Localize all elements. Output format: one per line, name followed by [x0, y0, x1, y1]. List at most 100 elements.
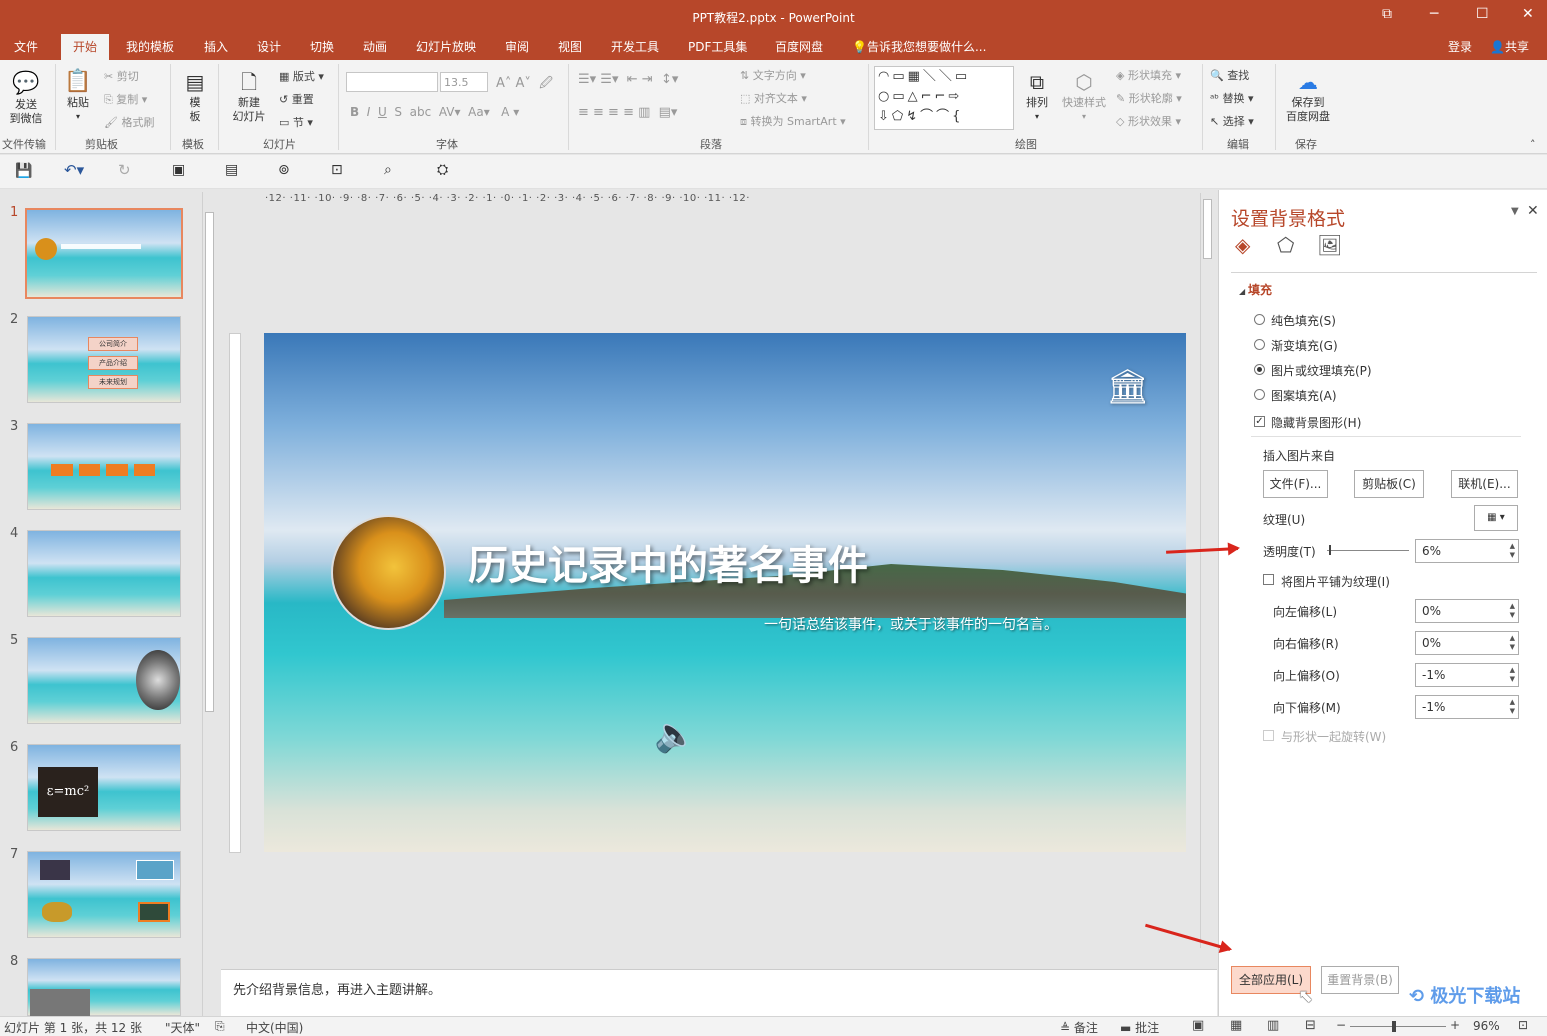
save-icon[interactable]: 💾 — [15, 163, 32, 179]
tab-view[interactable]: 视图 — [558, 38, 582, 55]
comments-toggle[interactable]: ▬ 批注 — [1120, 1019, 1159, 1036]
leaf-circle-image[interactable] — [331, 515, 446, 630]
offset-top-spinner[interactable]: -1% ▲ ▼ — [1415, 663, 1519, 687]
hide-background-checkbox[interactable]: ✓ — [1254, 416, 1265, 427]
texture-dropdown[interactable]: ▦ ▾ — [1474, 505, 1518, 531]
maximize-icon[interactable]: ☐ — [1476, 6, 1489, 22]
spinner-arrows-icon[interactable]: ▲ ▼ — [1510, 698, 1515, 716]
replace-button[interactable]: ᵃᵇ 替换 ▾ — [1210, 90, 1254, 106]
spinner-arrows-icon[interactable]: ▲ ▼ — [1510, 542, 1515, 560]
slide-thumbnail-5[interactable] — [27, 637, 181, 724]
section-button[interactable]: ▭ 节 ▾ — [279, 114, 313, 130]
transparency-slider-thumb[interactable] — [1329, 545, 1331, 555]
tile-checkbox[interactable] — [1263, 574, 1274, 585]
file-button[interactable]: 文件(F)... — [1263, 470, 1328, 498]
language-status[interactable]: 中文(中国) — [246, 1019, 303, 1036]
slide-canvas[interactable]: 历史记录中的著名事件 一句话总结该事件，或关于该事件的一句名言。 🏛 🔈 — [264, 333, 1186, 852]
picture-category-icon[interactable]: 🖼 — [1317, 233, 1342, 257]
tab-review[interactable]: 审阅 — [505, 38, 529, 55]
normal-view-icon[interactable]: ▣ — [1192, 1018, 1204, 1033]
tab-file[interactable]: 文件 — [14, 38, 38, 55]
tab-insert[interactable]: 插入 — [204, 38, 228, 55]
minimize-icon[interactable]: ─ — [1430, 6, 1438, 22]
shape-fill-button[interactable]: ◈ 形状填充 ▾ — [1116, 67, 1181, 83]
tile-label[interactable]: 将图片平铺为纹理(I) — [1281, 573, 1390, 590]
solid-fill-radio[interactable] — [1254, 314, 1265, 325]
shape-outline-button[interactable]: ✎ 形状轮廓 ▾ — [1116, 90, 1182, 106]
tell-me-search[interactable]: 💡告诉我您想要做什么... — [852, 38, 986, 55]
notes-toggle[interactable]: ≜ 备注 — [1060, 1019, 1098, 1036]
reset-background-button[interactable]: 重置背景(B) — [1321, 966, 1399, 994]
transparency-slider[interactable] — [1327, 550, 1409, 551]
ribbon-display-icon[interactable]: ⧉ — [1382, 6, 1392, 22]
scrollbar-thumb[interactable] — [1203, 199, 1212, 259]
zoom-level[interactable]: 96% — [1473, 1019, 1500, 1033]
pattern-fill-label[interactable]: 图案填充(A) — [1271, 387, 1337, 404]
clipboard-button[interactable]: 剪贴板(C) — [1354, 470, 1424, 498]
notes-text[interactable]: 先介绍背景信息，再进入主题讲解。 — [233, 979, 441, 998]
list-buttons[interactable]: ☰▾ ☰▾ ⇤ ⇥ ↕▾ — [578, 72, 678, 87]
zoom-out-icon[interactable]: − — [1336, 1018, 1346, 1032]
reset-button[interactable]: ↺ 重置 — [279, 91, 314, 107]
reading-view-icon[interactable]: ▥ — [1267, 1018, 1279, 1033]
font-style-buttons[interactable]: B I U S abc AV▾ Aa▾ A ▾ — [350, 105, 519, 119]
zoom-slider[interactable] — [1350, 1026, 1446, 1027]
notes-pane[interactable]: 先介绍背景信息，再进入主题讲解。 — [221, 969, 1217, 1016]
close-icon[interactable]: ✕ — [1522, 6, 1534, 22]
format-painter-button[interactable]: 🖌 格式刷 — [104, 114, 154, 130]
slide-icon[interactable]: ▣ — [172, 162, 185, 178]
spinner-arrows-icon[interactable]: ▲ ▼ — [1510, 634, 1515, 652]
spellcheck-icon[interactable]: ⎘ — [215, 1019, 225, 1034]
send-to-wechat-button[interactable]: 💬 发送 到微信 — [4, 70, 48, 126]
align-text-button[interactable]: ⬚ 对齐文本 ▾ — [740, 90, 807, 106]
pane-close-icon[interactable]: ✕ — [1527, 203, 1539, 219]
spinner-arrows-icon[interactable]: ▲ ▼ — [1510, 666, 1515, 684]
pane-options-icon[interactable]: ▼ — [1511, 206, 1519, 217]
tab-slideshow[interactable]: 幻灯片放映 — [416, 38, 476, 55]
tab-baidu-netdisk[interactable]: 百度网盘 — [775, 38, 823, 55]
textbox-icon[interactable]: ▤ — [225, 162, 238, 178]
template-button[interactable]: ▤ 模 板 — [178, 68, 212, 124]
redo-icon[interactable]: ↻ — [118, 161, 131, 179]
slideshow-view-icon[interactable]: ⊟ — [1305, 1018, 1316, 1033]
arrange-button[interactable]: ⧉ 排列 ▾ — [1020, 68, 1054, 124]
convert-smartart-button[interactable]: ⧈ 转换为 SmartArt ▾ — [740, 113, 846, 129]
speaker-icon[interactable]: 🔈 — [654, 715, 696, 755]
font-grow-shrink-icons[interactable]: A˄ A˅ 🖉 — [496, 74, 553, 96]
spinner-arrows-icon[interactable]: ▲ ▼ — [1510, 602, 1515, 620]
login-link[interactable]: 登录 — [1448, 38, 1472, 55]
cut-button[interactable]: ✂ 剪切 — [104, 68, 139, 84]
offset-right-spinner[interactable]: 0% ▲ ▼ — [1415, 631, 1519, 655]
slideshow-icon[interactable]: ⊡ — [331, 162, 343, 178]
picture-fill-label[interactable]: 图片或纹理填充(P) — [1271, 362, 1372, 379]
offset-left-spinner[interactable]: 0% ▲ ▼ — [1415, 599, 1519, 623]
gradient-fill-label[interactable]: 渐变填充(G) — [1271, 337, 1338, 354]
slides-scrollbar[interactable] — [202, 192, 216, 1016]
slide-thumbnail-1[interactable] — [25, 208, 183, 299]
save-to-baidu-button[interactable]: ☁ 保存到 百度网盘 — [1280, 68, 1336, 124]
gradient-fill-radio[interactable] — [1254, 339, 1265, 350]
undo-icon[interactable]: ↶▾ — [64, 161, 84, 179]
slide-subtitle[interactable]: 一句话总结该事件，或关于该事件的一句名言。 — [764, 614, 1058, 634]
shapes-gallery[interactable]: ◠▭▦＼＼▭ ○▭△⌐⌐⇨ ⇩⬠↯⌒⌒{ — [874, 66, 1014, 130]
slide-thumbnail-4[interactable] — [27, 530, 181, 617]
quick-styles-button[interactable]: ⬡ 快速样式 ▾ — [1058, 68, 1110, 124]
solid-fill-label[interactable]: 纯色填充(S) — [1271, 312, 1336, 329]
present-icon[interactable]: ⊚ — [278, 162, 290, 178]
font-size-box[interactable]: 13.5 — [440, 72, 488, 92]
text-direction-button[interactable]: ⇅ 文字方向 ▾ — [740, 67, 806, 83]
slide-thumbnail-2[interactable]: 公司简介 产品介绍 未来规划 — [27, 316, 181, 403]
slide-thumbnail-8[interactable] — [27, 958, 181, 1017]
collapse-ribbon-icon[interactable]: ˄ — [1530, 138, 1536, 151]
copy-button[interactable]: ⎘ 复制 ▾ — [104, 91, 147, 107]
tab-transitions[interactable]: 切换 — [310, 38, 334, 55]
preview-icon[interactable]: ⌕ — [384, 162, 392, 178]
zoom-in-icon[interactable]: + — [1450, 1018, 1460, 1032]
new-slide-button[interactable]: 🗋 新建 幻灯片 — [224, 68, 274, 124]
pattern-fill-radio[interactable] — [1254, 389, 1265, 400]
font-name-box[interactable] — [346, 72, 438, 92]
picture-fill-radio[interactable] — [1254, 364, 1265, 375]
rotate-with-shape-checkbox[interactable] — [1263, 730, 1274, 741]
rotate-with-shape-label[interactable]: 与形状一起旋转(W) — [1281, 728, 1386, 745]
select-button[interactable]: ↖ 选择 ▾ — [1210, 113, 1254, 129]
